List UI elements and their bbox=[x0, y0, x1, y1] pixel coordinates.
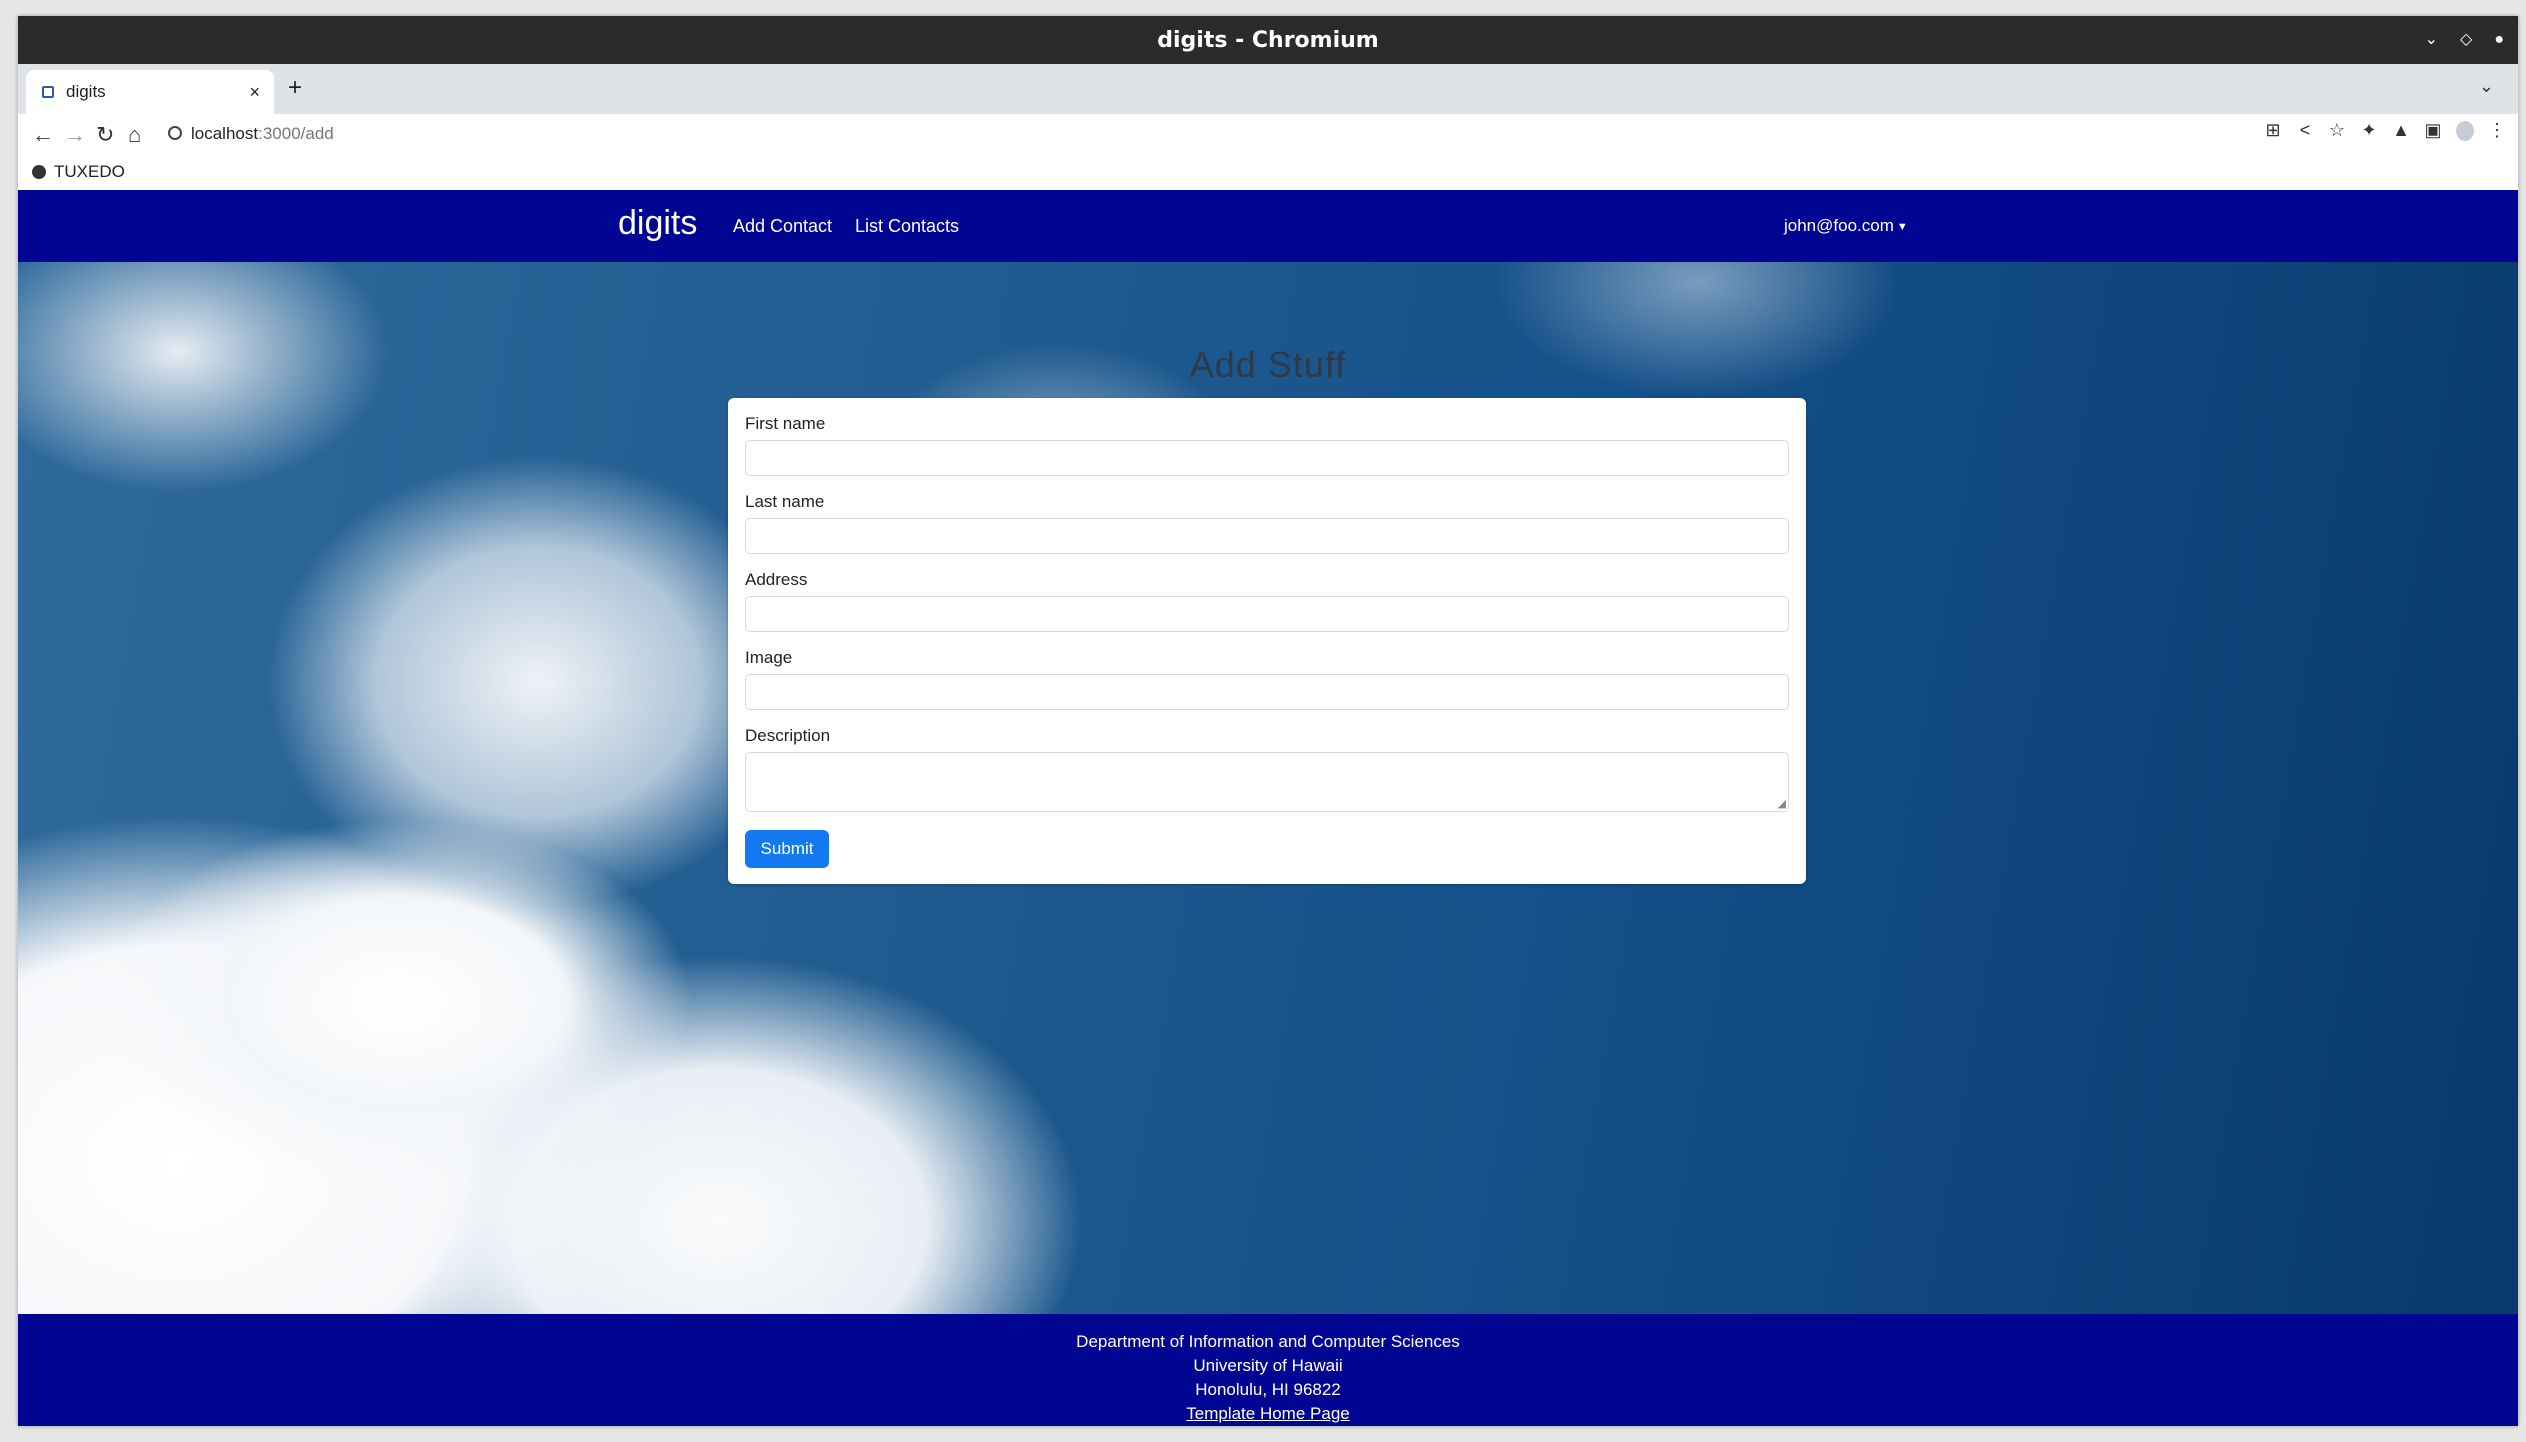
close-window-icon[interactable]: ● bbox=[2494, 32, 2504, 48]
first-name-label: First name bbox=[745, 414, 826, 433]
favicon-icon bbox=[42, 86, 54, 98]
back-icon[interactable]: ← bbox=[32, 120, 54, 150]
last-name-label: Last name bbox=[745, 492, 825, 511]
template-home-link[interactable]: Template Home Page bbox=[1186, 1404, 1349, 1423]
side-panel-icon[interactable]: ▣ bbox=[2424, 120, 2442, 141]
address-field[interactable] bbox=[745, 596, 1789, 632]
tab-search-icon[interactable]: ⌄ bbox=[2479, 76, 2494, 97]
new-tab-icon[interactable]: + bbox=[288, 74, 302, 102]
caret-down-icon: ▼ bbox=[1896, 220, 1908, 233]
browser-toolbar: ← → ↻ ⌂ localhost:3000/add ⊞ < ☆ ✦ ▲ ▣ ⋮ bbox=[18, 114, 2518, 156]
tab-digits[interactable]: digits × bbox=[26, 70, 274, 114]
address-bar[interactable]: localhost:3000/add bbox=[191, 124, 334, 144]
footer-line-department: Department of Information and Computer S… bbox=[1076, 1332, 1460, 1351]
bookmark-globe-icon bbox=[32, 165, 46, 179]
page-title: Add Stuff bbox=[1189, 344, 1347, 385]
url-path: :3000/add bbox=[258, 124, 334, 143]
title-bar: digits - Chromium ⌄ ◇ ● bbox=[18, 16, 2518, 64]
close-tab-icon[interactable]: × bbox=[249, 82, 260, 103]
user-email: john@foo.com bbox=[1784, 216, 1894, 235]
user-dropdown[interactable]: john@foo.com ▼ bbox=[1784, 216, 1908, 236]
image-label: Image bbox=[745, 648, 793, 667]
minimize-icon[interactable]: ⌄ bbox=[2425, 32, 2438, 48]
reload-icon[interactable]: ↻ bbox=[96, 120, 114, 150]
bookmark-star-icon[interactable]: ☆ bbox=[2328, 120, 2346, 141]
nav-add-contact[interactable]: Add Contact bbox=[733, 216, 832, 237]
footer: Department of Information and Computer S… bbox=[18, 1314, 2518, 1426]
last-name-field[interactable] bbox=[745, 518, 1789, 554]
first-name-field[interactable] bbox=[745, 440, 1789, 476]
page-content: digits Add Contact List Contacts john@fo… bbox=[18, 190, 2518, 1426]
top-navbar: digits Add Contact List Contacts john@fo… bbox=[18, 190, 2518, 262]
submit-button[interactable]: Submit bbox=[745, 830, 829, 868]
forward-icon[interactable]: → bbox=[64, 120, 86, 150]
extensions-icon[interactable]: ✦ bbox=[2360, 120, 2378, 141]
address-label: Address bbox=[745, 570, 808, 589]
site-info-icon[interactable] bbox=[168, 126, 182, 140]
tab-title: digits bbox=[66, 82, 106, 101]
bookmark-tuxedo[interactable]: TUXEDO bbox=[32, 162, 125, 182]
image-field[interactable] bbox=[745, 674, 1789, 710]
menu-icon[interactable]: ⋮ bbox=[2488, 120, 2506, 141]
profile-avatar-icon[interactable] bbox=[2456, 120, 2474, 141]
nav-list-contacts[interactable]: List Contacts bbox=[855, 216, 959, 237]
add-form-card: First name Last name Address Image Descr… bbox=[728, 398, 1806, 884]
bookmark-label: TUXEDO bbox=[54, 162, 125, 181]
share-icon[interactable]: < bbox=[2296, 120, 2314, 141]
url-host: localhost bbox=[191, 124, 259, 143]
toolbar-actions: ⊞ < ☆ ✦ ▲ ▣ ⋮ bbox=[2264, 120, 2506, 141]
resize-handle-icon[interactable]: ◢ bbox=[1778, 797, 1786, 810]
description-label: Description bbox=[745, 726, 831, 745]
navbar-brand[interactable]: digits bbox=[618, 204, 697, 243]
description-textarea[interactable]: ◢ bbox=[745, 752, 1789, 812]
labs-icon[interactable]: ▲ bbox=[2392, 120, 2410, 141]
footer-line-university: University of Hawaii bbox=[1193, 1356, 1343, 1375]
browser-window: digits - Chromium ⌄ ◇ ● digits × + ⌄ ← →… bbox=[18, 16, 2518, 1426]
window-title: digits - Chromium bbox=[1157, 27, 1379, 53]
window-controls: ⌄ ◇ ● bbox=[2425, 16, 2504, 64]
maximize-icon[interactable]: ◇ bbox=[2460, 32, 2472, 48]
tab-strip: digits × + ⌄ bbox=[18, 64, 2518, 114]
bookmarks-bar: TUXEDO bbox=[18, 156, 2518, 190]
home-icon[interactable]: ⌂ bbox=[128, 120, 141, 150]
translate-icon[interactable]: ⊞ bbox=[2264, 120, 2282, 141]
footer-line-address: Honolulu, HI 96822 bbox=[1195, 1380, 1341, 1399]
background-image: Add Stuff First name Last name Address I… bbox=[18, 262, 2518, 1314]
